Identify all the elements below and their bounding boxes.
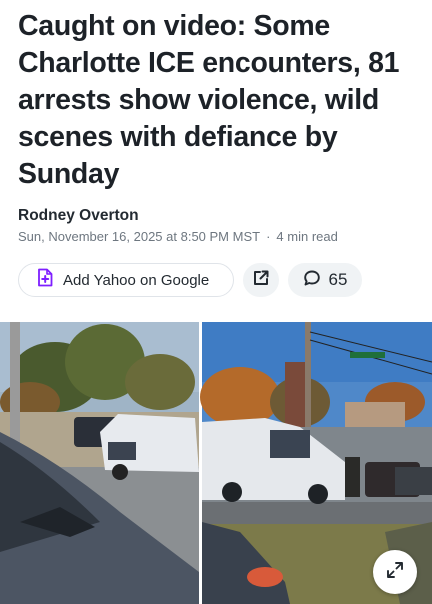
publish-date: Sun, November 16, 2025 at 8:50 PM MST (18, 229, 261, 244)
expand-video-button[interactable] (373, 550, 417, 594)
share-external-icon (252, 269, 270, 292)
share-button[interactable] (243, 263, 279, 297)
add-yahoo-on-google-button[interactable]: Add Yahoo on Google (18, 263, 234, 297)
expand-icon (385, 560, 405, 585)
meta-separator: · (266, 229, 271, 244)
add-document-icon (37, 268, 53, 292)
video-frame (0, 322, 432, 604)
article-headline: Caught on video: Some Charlotte ICE enco… (18, 10, 400, 190)
article-video[interactable] (0, 322, 432, 604)
video-left-panel (0, 322, 199, 604)
read-time: 4 min read (276, 229, 338, 244)
add-yahoo-label: Add Yahoo on Google (63, 271, 210, 289)
article-meta: Sun, November 16, 2025 at 8:50 PM MST · 4 … (18, 229, 338, 244)
comment-count: 65 (328, 270, 348, 289)
article-actions: Add Yahoo on Google 65 (0, 263, 432, 299)
comments-button[interactable]: 65 (288, 263, 362, 297)
author-name[interactable]: Rodney Overton (18, 207, 139, 225)
comment-bubble-icon (303, 269, 321, 292)
